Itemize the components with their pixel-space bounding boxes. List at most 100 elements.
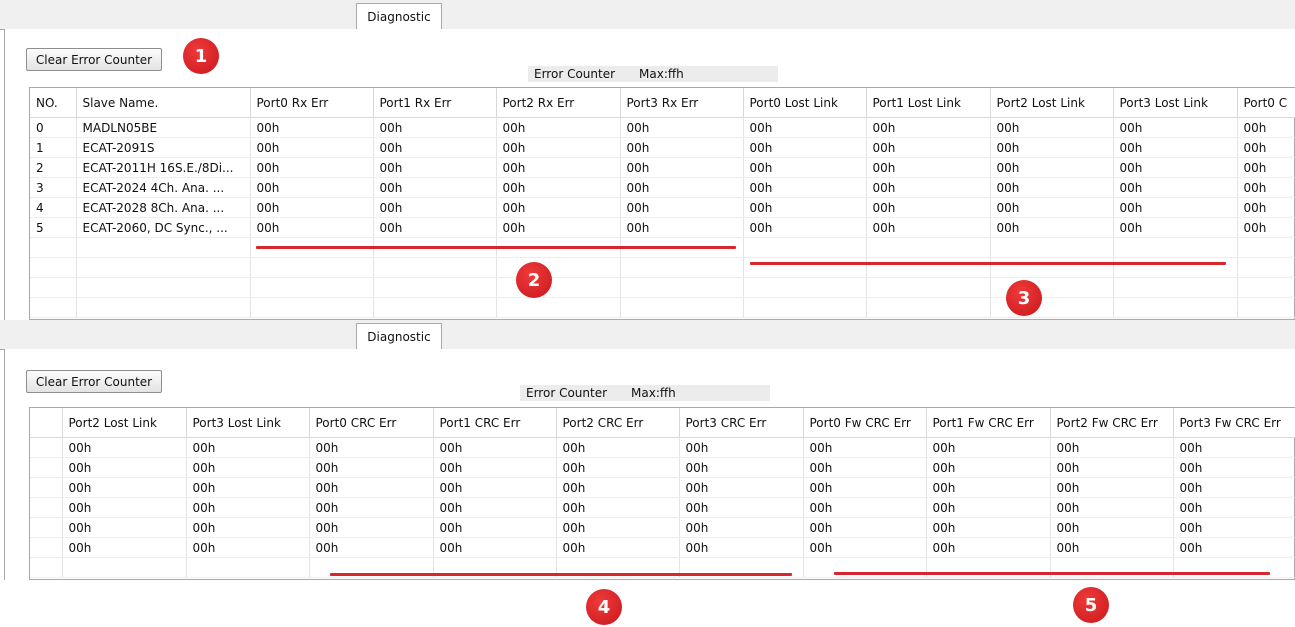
table-row[interactable]: 0 MADLN05BE 00h 00h 00h 00h 00h 00h 00h 00h 00h — [30, 117, 1295, 138]
table-cell: 00h — [926, 517, 1051, 538]
table-cell: 00h — [990, 177, 1114, 198]
table-cell: 00h — [433, 457, 557, 478]
table-row[interactable]: 00h 00h 00h 00h 00h 00h 00h 00h 00h 00h — [30, 497, 1295, 518]
table-cell: 00h — [186, 477, 310, 498]
column-header[interactable]: Slave Name. — [76, 88, 251, 118]
empty-cell — [1113, 257, 1238, 278]
table-cell: 00h — [62, 457, 187, 478]
table-cell: 00h — [1173, 457, 1295, 478]
error-counter-table[interactable]: NO. Slave Name. Port0 Rx Err Port1 Rx Err Po… — [30, 88, 1295, 318]
column-header[interactable]: Port0 CRC Err — [309, 408, 434, 438]
table-cell: 00h — [1050, 457, 1174, 478]
row-lead-cell — [30, 437, 63, 458]
column-header[interactable]: Port3 Lost Link — [186, 408, 310, 438]
marker-3: 3 — [1006, 280, 1042, 316]
column-header[interactable]: Port1 Lost Link — [866, 88, 991, 118]
empty-cell — [30, 257, 77, 278]
tab-diagnostic[interactable]: Diagnostic — [356, 323, 442, 349]
underline-rx-err — [256, 246, 736, 249]
table-cell: 00h — [1237, 117, 1295, 138]
table-cell: 00h — [496, 157, 621, 178]
column-header[interactable]: Port0 Fw CRC Err — [803, 408, 927, 438]
table-cell: 00h — [926, 437, 1051, 458]
table-cell: 00h — [1113, 217, 1238, 238]
table-cell: 00h — [1173, 517, 1295, 538]
empty-cell — [743, 277, 867, 298]
tab-strip: Diagnostic — [0, 320, 1295, 350]
empty-row — [30, 297, 1295, 318]
error-counter-bar: Error Counter Max:ffh — [520, 385, 770, 401]
table-cell: 00h — [803, 517, 927, 538]
table-cell: 00h — [433, 437, 557, 458]
table-cell: 00h — [62, 437, 187, 458]
error-counter-max: Max:ffh — [631, 386, 676, 400]
table-cell: 00h — [743, 117, 867, 138]
table-cell: 00h — [496, 117, 621, 138]
table-cell: 00h — [250, 197, 374, 218]
table-cell: 00h — [679, 457, 804, 478]
column-header[interactable]: Port0 Lost Link — [743, 88, 867, 118]
table-cell: 00h — [926, 477, 1051, 498]
table-row[interactable]: 5 ECAT-2060, DC Sync., ... 00h 00h 00h 00h 00h… — [30, 217, 1295, 238]
table-cell: 00h — [990, 137, 1114, 158]
column-header[interactable]: Port3 Fw CRC Err — [1173, 408, 1295, 438]
empty-cell — [620, 297, 744, 318]
table-cell: 00h — [309, 497, 434, 518]
table-row[interactable]: 3 ECAT-2024 4Ch. Ana. ... 00h 00h 00h 00h 00h 0… — [30, 177, 1295, 198]
column-header[interactable]: Port1 CRC Err — [433, 408, 557, 438]
empty-cell — [76, 257, 251, 278]
table-cell: 00h — [62, 517, 187, 538]
error-counter-bar: Error Counter Max:ffh — [528, 66, 778, 82]
table-cell: ECAT-2024 4Ch. Ana. ... — [76, 177, 251, 198]
empty-cell — [1237, 257, 1295, 278]
column-header[interactable]: Port2 Rx Err — [496, 88, 621, 118]
empty-cell — [30, 237, 77, 258]
table-cell: 00h — [433, 517, 557, 538]
table-row[interactable]: 1 ECAT-2091S 00h 00h 00h 00h 00h 00h 00h 00h 00h — [30, 137, 1295, 158]
table-cell: 00h — [250, 217, 374, 238]
column-header[interactable]: Port0 Rx Err — [250, 88, 374, 118]
table-cell: 00h — [186, 457, 310, 478]
clear-error-counter-button[interactable]: Clear Error Counter — [26, 48, 162, 71]
empty-cell — [1237, 297, 1295, 318]
table-row[interactable]: 4 ECAT-2028 8Ch. Ana. ... 00h 00h 00h 00h 00h 0… — [30, 197, 1295, 218]
column-header[interactable]: Port1 Rx Err — [373, 88, 497, 118]
column-header[interactable]: NO. — [30, 88, 77, 118]
tab-diagnostic[interactable]: Diagnostic — [356, 3, 442, 29]
column-header[interactable]: Port3 CRC Err — [679, 408, 804, 438]
table-cell: 00h — [373, 137, 497, 158]
table-cell: 00h — [556, 497, 680, 518]
table-row[interactable]: 00h 00h 00h 00h 00h 00h 00h 00h 00h 00h — [30, 477, 1295, 498]
table-cell: ECAT-2091S — [76, 137, 251, 158]
table-cell: ECAT-2060, DC Sync., ... — [76, 217, 251, 238]
table-cell: 00h — [186, 497, 310, 518]
table-cell: 00h — [373, 177, 497, 198]
column-header[interactable]: Port3 Lost Link — [1113, 88, 1238, 118]
column-header[interactable]: Port0 C — [1237, 88, 1295, 118]
column-header[interactable]: Port2 Fw CRC Err — [1050, 408, 1174, 438]
table-cell: 00h — [433, 537, 557, 558]
column-header[interactable]: Port2 Lost Link — [62, 408, 187, 438]
table-row[interactable]: 00h 00h 00h 00h 00h 00h 00h 00h 00h 00h — [30, 457, 1295, 478]
error-counter-label: Error Counter — [526, 386, 608, 400]
empty-row — [30, 257, 1295, 278]
clear-error-counter-button[interactable]: Clear Error Counter — [26, 370, 162, 393]
column-header[interactable]: Port2 CRC Err — [556, 408, 680, 438]
table-row[interactable]: 00h 00h 00h 00h 00h 00h 00h 00h 00h 00h — [30, 537, 1295, 558]
table-cell: 00h — [803, 457, 927, 478]
error-counter-table-scrolled[interactable]: Port2 Lost Link Port3 Lost Link Port0 CRC … — [30, 408, 1295, 578]
table-cell: 00h — [373, 117, 497, 138]
table-cell: 00h — [373, 197, 497, 218]
table-cell: 00h — [1050, 477, 1174, 498]
table-cell: 00h — [679, 437, 804, 458]
column-header[interactable]: Port2 Lost Link — [990, 88, 1114, 118]
column-header[interactable]: Port3 Rx Err — [620, 88, 744, 118]
underline-lost-link — [750, 262, 1226, 265]
column-header[interactable]: Port1 Fw CRC Err — [926, 408, 1051, 438]
table-row[interactable]: 2 ECAT-2011H 16S.E./8Di... 00h 00h 00h 00h 00h… — [30, 157, 1295, 178]
row-lead-cell — [30, 517, 63, 538]
table-row[interactable]: 00h 00h 00h 00h 00h 00h 00h 00h 00h 00h — [30, 517, 1295, 538]
table-row[interactable]: 00h 00h 00h 00h 00h 00h 00h 00h 00h 00h — [30, 437, 1295, 458]
table-cell: 00h — [990, 117, 1114, 138]
underline-crc-err — [330, 573, 792, 576]
